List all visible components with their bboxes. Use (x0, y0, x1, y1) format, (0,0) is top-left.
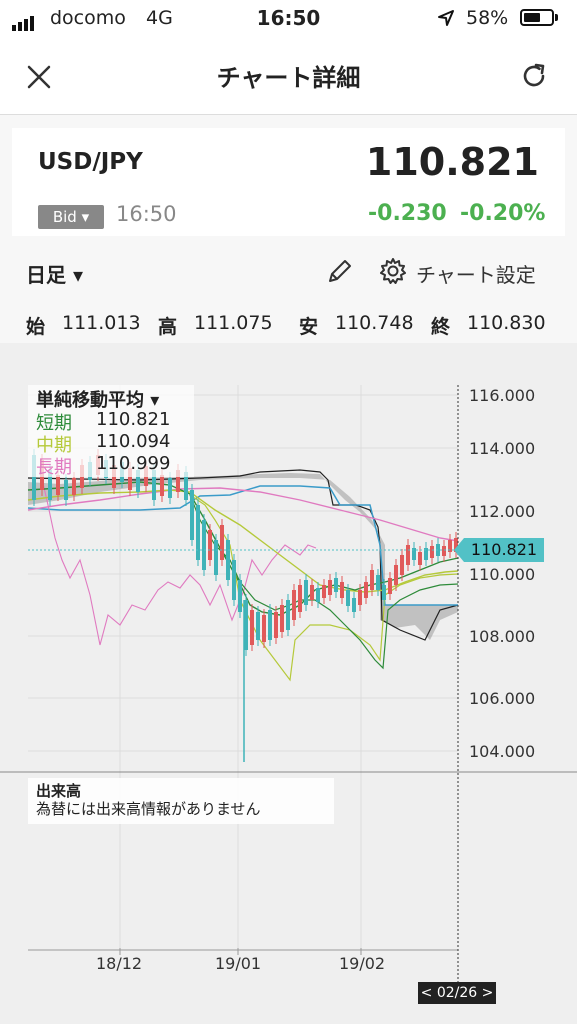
y-tick-label: 114.000 (469, 439, 536, 458)
candle-body (376, 575, 380, 590)
x-tick-label: 19/01 (215, 954, 262, 973)
y-tick-label: 116.000 (469, 386, 536, 405)
y-tick-label: 106.000 (469, 689, 536, 708)
candle-body (298, 585, 302, 612)
caret-down-icon: ▾ (144, 390, 160, 411)
candle-body (442, 546, 446, 556)
candle-body (168, 478, 172, 498)
candle-body (226, 540, 230, 580)
volume-message: 為替には出来高情報がありません (36, 800, 261, 818)
candle-body (370, 570, 374, 590)
candle-body (322, 585, 326, 598)
candle-body (274, 612, 278, 638)
candle-body (64, 480, 68, 500)
candle-body (220, 525, 224, 560)
candle-body (190, 490, 194, 540)
y-tick-label: 108.000 (469, 627, 536, 646)
candle-body (430, 546, 434, 558)
candle-body (196, 505, 200, 560)
y-tick-label: 104.000 (469, 742, 536, 761)
candle-body (310, 585, 314, 600)
y-tick-label: 112.000 (469, 502, 536, 521)
candle-body (250, 610, 254, 645)
candle-body (304, 580, 308, 605)
candle-body (346, 590, 350, 606)
ma-short-value: 110.821 (96, 409, 171, 430)
candle-body (358, 590, 362, 605)
x-tick-label: 18/12 (96, 954, 143, 973)
candle-body (364, 582, 368, 598)
volume-panel: 出来高 為替には出来高情報がありません (28, 778, 334, 824)
candle-body (292, 590, 296, 620)
candle-body (382, 585, 386, 600)
cursor-date-label[interactable]: < 02/26 > (418, 982, 496, 1004)
candle-body (268, 610, 272, 640)
candle-body (388, 578, 392, 594)
candle-body (208, 530, 212, 560)
ichimoku-cloud (28, 473, 458, 640)
candle-body (160, 475, 164, 496)
current-price-tag: 110.821 (454, 538, 544, 562)
x-tick-label: 19/02 (339, 954, 386, 973)
ma-long-line (27, 487, 459, 542)
candle-body (328, 580, 332, 595)
candle-body (280, 605, 284, 632)
candle-body (340, 582, 344, 598)
y-tick-label: 110.000 (469, 565, 536, 584)
ma-long-label: 長期 (36, 457, 72, 478)
candle-body (238, 580, 242, 612)
candle-body (214, 540, 218, 575)
ma-legend: 単純移動平均 ▾ 短期 110.821 中期 110.094 長期 110.99… (28, 385, 194, 478)
candle-body (202, 520, 206, 570)
candle-body (316, 588, 320, 602)
candle-body (352, 598, 356, 612)
candle-body (406, 545, 410, 565)
candle-body (232, 560, 236, 600)
ma-short-line (27, 481, 459, 616)
ma-long-value: 110.999 (96, 453, 171, 474)
ma-mid-value: 110.094 (96, 431, 171, 452)
candle-body (400, 555, 404, 575)
candle-body (286, 600, 290, 630)
candle-body (418, 552, 422, 565)
ma-mid-line (27, 489, 459, 593)
candle-body (334, 578, 338, 592)
candle-body (256, 612, 260, 640)
candle-body (262, 615, 266, 642)
ma-title: 単純移動平均 (36, 390, 144, 411)
candle-body (394, 565, 398, 585)
candle-body (72, 478, 76, 495)
